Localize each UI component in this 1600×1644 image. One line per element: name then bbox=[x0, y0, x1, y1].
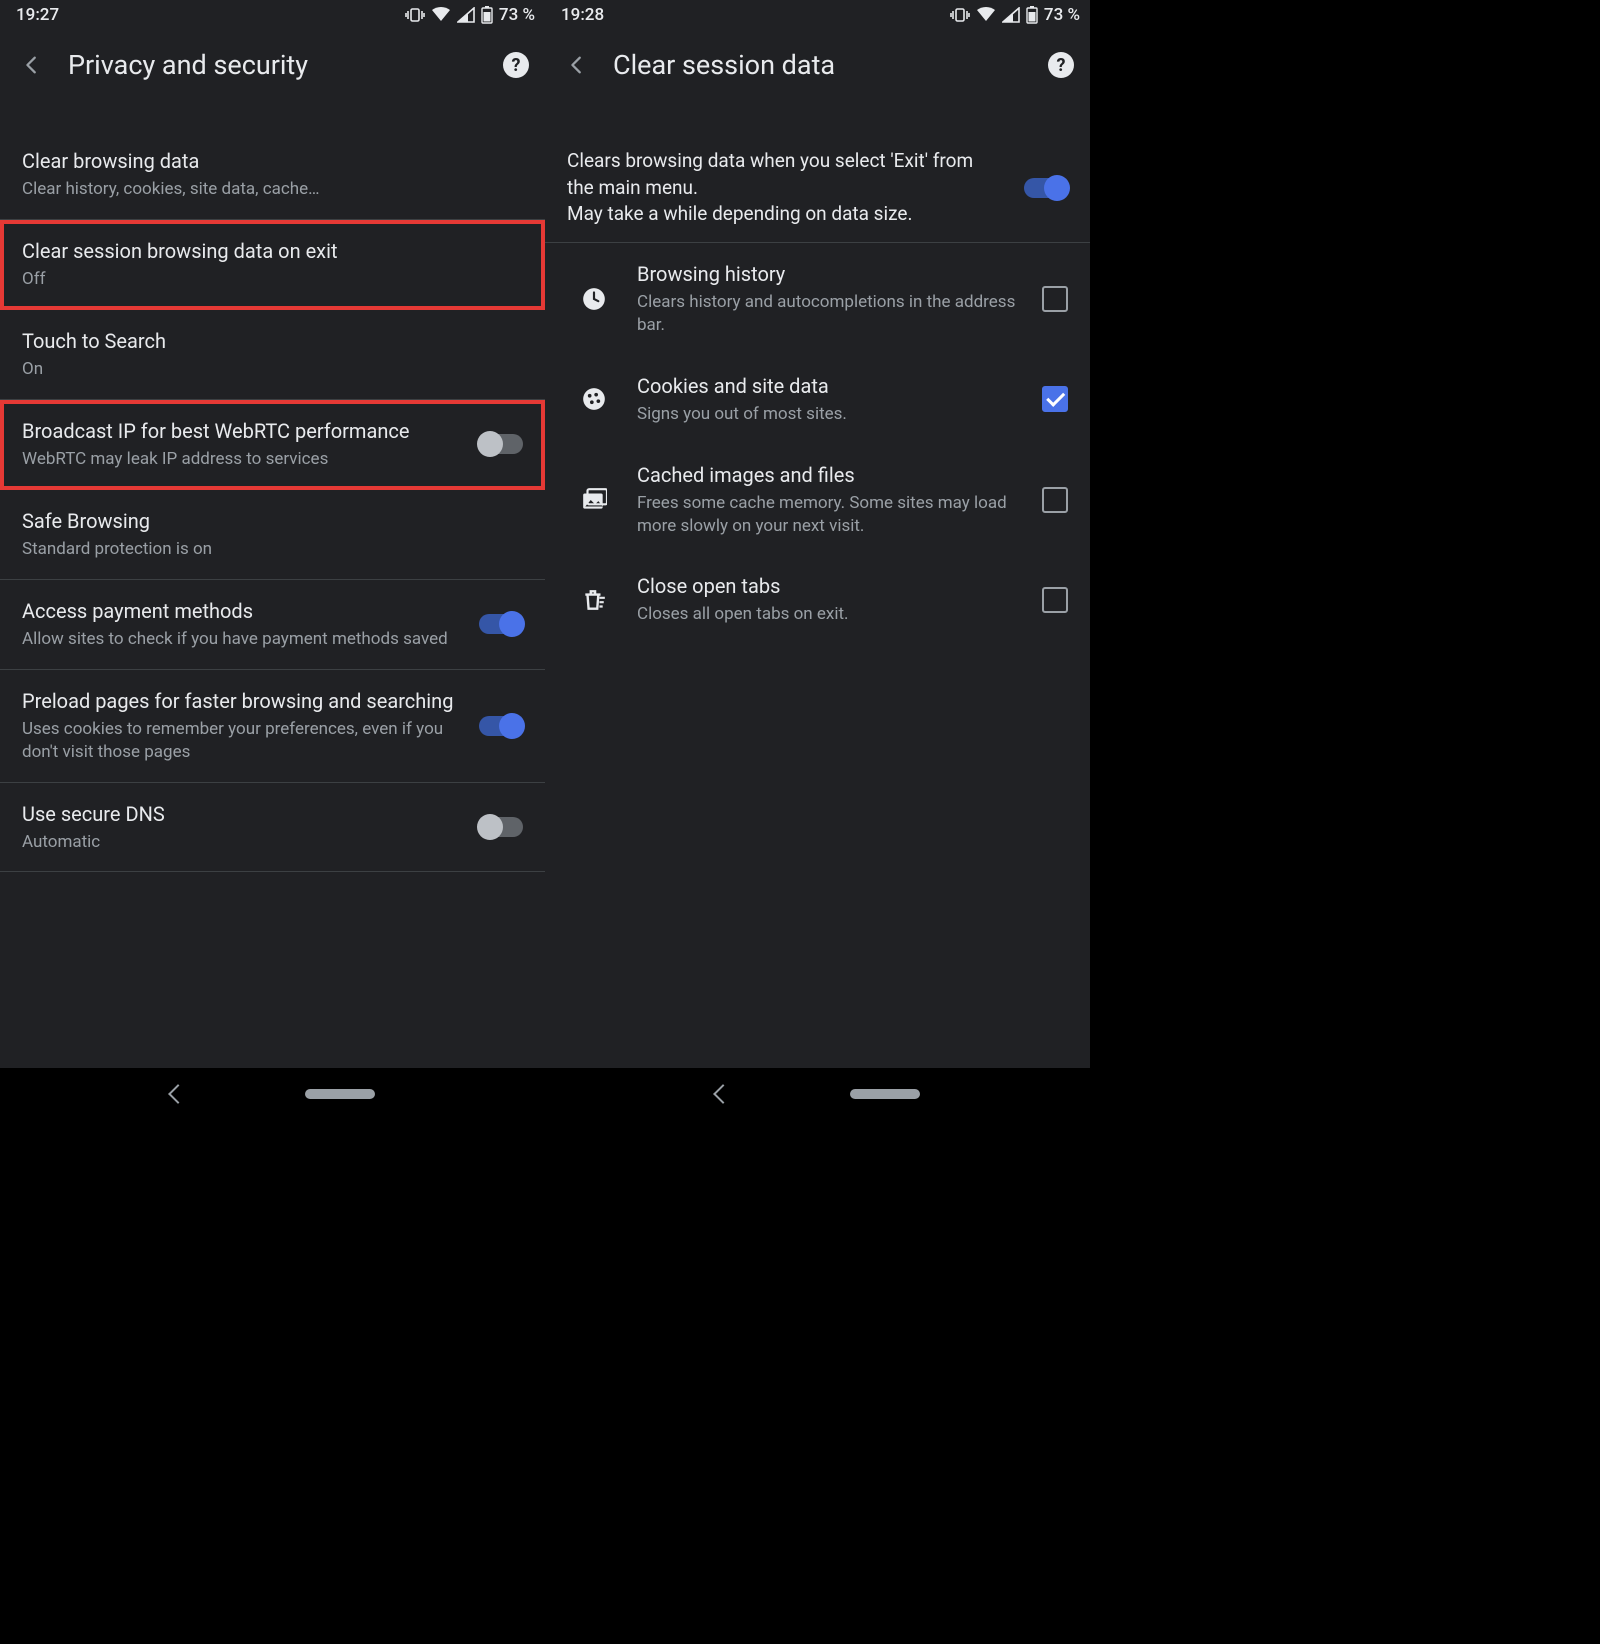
vibrate-icon bbox=[950, 7, 970, 23]
status-icons: 73 % bbox=[405, 5, 535, 25]
system-nav-bar bbox=[0, 1068, 545, 1120]
vibrate-icon bbox=[405, 7, 425, 23]
screen-clear-session: 19:28 73 % Clear session data ? Clears b… bbox=[545, 0, 1090, 1120]
row-subtitle: Allow sites to check if you have payment… bbox=[22, 628, 463, 651]
row-title: Broadcast IP for best WebRTC performance bbox=[22, 418, 463, 444]
battery-percent: 73 % bbox=[499, 5, 535, 25]
checkbox-tabs[interactable] bbox=[1042, 587, 1068, 613]
signal-icon bbox=[1002, 7, 1020, 23]
row-use-secure-dns[interactable]: Use secure DNS Automatic bbox=[0, 783, 545, 873]
toggle-preload[interactable] bbox=[479, 716, 523, 736]
nav-back-icon[interactable] bbox=[168, 1084, 188, 1104]
page-title: Privacy and security bbox=[68, 49, 503, 81]
row-master-toggle[interactable]: Clears browsing data when you select 'Ex… bbox=[545, 130, 1090, 243]
nav-home-pill[interactable] bbox=[305, 1089, 375, 1099]
status-time: 19:28 bbox=[561, 5, 604, 25]
row-title: Clear session browsing data on exit bbox=[22, 238, 523, 264]
row-browsing-history[interactable]: Browsing history Clears history and auto… bbox=[545, 243, 1090, 355]
checkbox-cache[interactable] bbox=[1042, 487, 1068, 513]
row-broadcast-ip-webrtc[interactable]: Broadcast IP for best WebRTC performance… bbox=[0, 400, 545, 490]
intro-text: Clears browsing data when you select 'Ex… bbox=[567, 148, 1000, 228]
row-close-open-tabs[interactable]: Close open tabs Closes all open tabs on … bbox=[545, 555, 1090, 644]
row-subtitle: Clear history, cookies, site data, cache… bbox=[22, 178, 523, 201]
row-touch-to-search[interactable]: Touch to Search On bbox=[0, 310, 545, 400]
row-subtitle: Automatic bbox=[22, 831, 463, 854]
back-button[interactable] bbox=[8, 41, 56, 89]
checkbox-history[interactable] bbox=[1042, 286, 1068, 312]
row-clear-session-on-exit[interactable]: Clear session browsing data on exit Off bbox=[0, 220, 545, 310]
system-nav-bar bbox=[545, 1068, 1090, 1120]
toggle-payment[interactable] bbox=[479, 614, 523, 634]
toggle-clear-on-exit[interactable] bbox=[1024, 178, 1068, 198]
row-subtitle: WebRTC may leak IP address to services bbox=[22, 448, 463, 471]
page-title: Clear session data bbox=[613, 49, 1048, 81]
row-title: Browsing history bbox=[637, 261, 1026, 287]
row-title: Clear browsing data bbox=[22, 148, 523, 174]
settings-list: Clear browsing data Clear history, cooki… bbox=[0, 130, 545, 1068]
row-subtitle: On bbox=[22, 358, 523, 381]
nav-home-pill[interactable] bbox=[850, 1089, 920, 1099]
history-icon bbox=[567, 286, 621, 312]
row-subtitle: Standard protection is on bbox=[22, 538, 523, 561]
screen-privacy: 19:27 73 % Privacy and security ? Clear … bbox=[0, 0, 545, 1120]
wifi-icon bbox=[431, 7, 451, 23]
cookie-icon bbox=[567, 386, 621, 412]
row-title: Cookies and site data bbox=[637, 373, 1026, 399]
row-subtitle: Uses cookies to remember your preference… bbox=[22, 718, 463, 764]
row-title: Preload pages for faster browsing and se… bbox=[22, 688, 463, 714]
row-access-payment-methods[interactable]: Access payment methods Allow sites to ch… bbox=[0, 580, 545, 670]
row-subtitle: Signs you out of most sites. bbox=[637, 403, 1026, 426]
battery-icon bbox=[1026, 6, 1038, 24]
row-title: Close open tabs bbox=[637, 573, 1026, 599]
row-subtitle: Frees some cache memory. Some sites may … bbox=[637, 492, 1026, 538]
nav-back-icon[interactable] bbox=[713, 1084, 733, 1104]
row-subtitle: Clears history and autocompletions in th… bbox=[637, 291, 1026, 337]
toggle-dns[interactable] bbox=[479, 817, 523, 837]
row-clear-browsing-data[interactable]: Clear browsing data Clear history, cooki… bbox=[0, 130, 545, 220]
status-bar: 19:28 73 % bbox=[545, 0, 1090, 30]
trash-icon bbox=[567, 587, 621, 613]
row-subtitle: Off bbox=[22, 268, 523, 291]
row-preload-pages[interactable]: Preload pages for faster browsing and se… bbox=[0, 670, 545, 783]
row-title: Use secure DNS bbox=[22, 801, 463, 827]
signal-icon bbox=[457, 7, 475, 23]
row-cached-images[interactable]: Cached images and files Frees some cache… bbox=[545, 444, 1090, 556]
row-subtitle: Closes all open tabs on exit. bbox=[637, 603, 1026, 626]
row-cookies[interactable]: Cookies and site data Signs you out of m… bbox=[545, 355, 1090, 444]
row-title: Cached images and files bbox=[637, 462, 1026, 488]
row-title: Safe Browsing bbox=[22, 508, 523, 534]
app-bar: Privacy and security ? bbox=[0, 30, 545, 100]
row-safe-browsing[interactable]: Safe Browsing Standard protection is on bbox=[0, 490, 545, 580]
checkbox-cookies[interactable] bbox=[1042, 386, 1068, 412]
status-time: 19:27 bbox=[16, 5, 59, 25]
app-bar: Clear session data ? bbox=[545, 30, 1090, 100]
back-button[interactable] bbox=[553, 41, 601, 89]
row-title: Touch to Search bbox=[22, 328, 523, 354]
status-icons: 73 % bbox=[950, 5, 1080, 25]
help-button[interactable]: ? bbox=[1048, 52, 1074, 78]
toggle-webrtc[interactable] bbox=[479, 434, 523, 454]
help-button[interactable]: ? bbox=[503, 52, 529, 78]
clear-options-list: Browsing history Clears history and auto… bbox=[545, 243, 1090, 1068]
status-bar: 19:27 73 % bbox=[0, 0, 545, 30]
wifi-icon bbox=[976, 7, 996, 23]
battery-percent: 73 % bbox=[1044, 5, 1080, 25]
row-title: Access payment methods bbox=[22, 598, 463, 624]
image-icon bbox=[567, 487, 621, 513]
battery-icon bbox=[481, 6, 493, 24]
